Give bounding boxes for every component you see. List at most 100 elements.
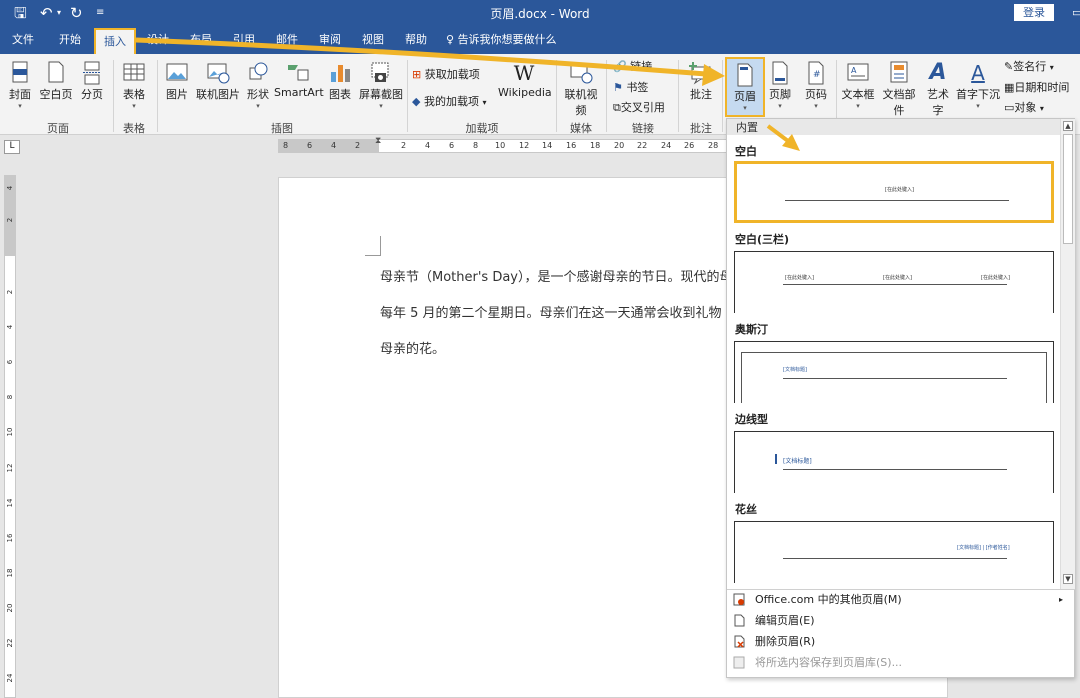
signature-line-button[interactable]: ✎签名行 ▾ xyxy=(1004,58,1054,74)
wikipedia-button[interactable]: W Wikipedia xyxy=(498,60,552,99)
group-tables: 表格 xyxy=(123,122,145,135)
wordart-label: 艺术字 xyxy=(927,88,949,117)
tab-mailings[interactable]: 邮件 xyxy=(270,31,304,53)
wikipedia-label: Wikipedia xyxy=(498,86,552,99)
scrollbar-thumb[interactable] xyxy=(1063,134,1073,244)
online-picture-button[interactable]: 联机图片 xyxy=(194,60,242,102)
menu-item-remove-header[interactable]: 删除页眉(R) xyxy=(727,631,1075,652)
tab-selector[interactable]: L xyxy=(4,140,20,154)
header-template-filigree[interactable]: [文档标题] | [作者姓名] xyxy=(734,521,1054,583)
smartart-button[interactable]: SmartArt xyxy=(274,60,324,99)
wikipedia-icon: W xyxy=(513,61,535,85)
header-template-blank[interactable]: [在此处键入] xyxy=(734,161,1054,223)
table-label: 表格 xyxy=(123,88,145,101)
comment-icon xyxy=(689,62,711,85)
object-label: 对象 xyxy=(1014,101,1037,114)
ruler-tick: 18 xyxy=(6,568,14,578)
tab-design[interactable]: 设计 xyxy=(141,31,175,53)
tab-view[interactable]: 视图 xyxy=(356,31,390,53)
ruler-tick: 10 xyxy=(495,141,506,150)
shapes-button[interactable]: 形状 ▾ xyxy=(244,60,272,110)
ribbon-display-icon[interactable]: ▭ xyxy=(1072,3,1080,23)
header-rule xyxy=(785,200,1009,201)
object-icon: ▭ xyxy=(1004,101,1015,114)
chevron-down-icon: ▾ xyxy=(976,102,980,110)
ruler-tick: 24 xyxy=(661,141,672,150)
tab-home[interactable]: 开始 xyxy=(52,31,88,53)
login-button[interactable]: 登录 xyxy=(1014,4,1054,21)
cover-page-button[interactable]: 封面 ▾ xyxy=(6,60,34,110)
ruler-tick: 6 xyxy=(307,141,313,150)
picture-icon xyxy=(166,63,188,81)
online-video-label: 联机视频 xyxy=(564,88,598,117)
table-button[interactable]: 表格 ▾ xyxy=(120,60,148,110)
blank-page-button[interactable]: 空白页 xyxy=(38,60,74,102)
footer-label: 页脚 xyxy=(769,88,791,101)
chevron-down-icon: ▾ xyxy=(814,102,818,110)
page-break-icon xyxy=(83,61,101,85)
page-break-button[interactable]: 分页 xyxy=(78,60,106,102)
ruler-tick: 14 xyxy=(542,141,553,150)
bookmark-button[interactable]: ⚑ 书签 xyxy=(613,79,648,95)
ruler-tick: 4 xyxy=(331,141,337,150)
vertical-ruler[interactable]: 4 2 2 4 6 8 10 12 14 16 18 20 22 24 xyxy=(4,175,16,698)
svg-text:A: A xyxy=(851,66,857,75)
group-illustrations: 插图 xyxy=(271,122,293,135)
lightbulb-icon: ♀ xyxy=(446,33,455,46)
get-addins-button[interactable]: ⊞ 获取加载项 xyxy=(412,66,480,82)
header-template-sideline[interactable]: [文档标题] xyxy=(734,431,1054,493)
picture-button[interactable]: 图片 xyxy=(162,60,192,102)
cross-reference-button[interactable]: ⧉交叉引用 xyxy=(613,99,665,115)
online-video-button[interactable]: 联机视频 xyxy=(560,60,602,118)
placeholder-text: [在此处键入] xyxy=(885,187,914,193)
chevron-right-icon: ▸ xyxy=(1059,595,1064,604)
textbox-icon: A xyxy=(847,63,869,81)
document-title: 页眉.docx - Word xyxy=(490,7,590,21)
tab-file[interactable]: 文件 xyxy=(6,31,40,53)
object-button[interactable]: ▭对象 ▾ xyxy=(1004,99,1044,115)
tab-help[interactable]: 帮助 xyxy=(399,31,433,53)
drop-cap-button[interactable]: A 首字下沉 ▾ xyxy=(956,60,1000,110)
menu-item-edit-header[interactable]: 编辑页眉(E) xyxy=(727,610,1075,631)
screenshot-button[interactable]: 屏幕截图 ▾ xyxy=(358,60,404,110)
tab-insert[interactable]: 插入 xyxy=(94,28,136,54)
footer-button[interactable]: 页脚 ▾ xyxy=(766,60,794,110)
group-comments: 批注 xyxy=(690,122,712,135)
chart-label: 图表 xyxy=(329,88,351,101)
ruler-tick: 12 xyxy=(519,141,530,150)
header-template-austin[interactable]: [文档标题] xyxy=(734,341,1054,403)
blank-page-label: 空白页 xyxy=(39,88,73,101)
menu-item-more-headers-office[interactable]: Office.com 中的其他页眉(M) ▸ xyxy=(727,589,1075,610)
horizontal-ruler[interactable]: 8 6 4 2 2 4 6 8 10 12 14 16 18 20 22 24 … xyxy=(278,136,728,153)
get-addins-label: 获取加载项 xyxy=(424,68,480,81)
chart-button[interactable]: 图表 xyxy=(326,60,354,102)
date-time-button[interactable]: ▦日期和时间 xyxy=(1004,79,1069,95)
header-template-blank-three-column[interactable]: [在此处键入] [在此处键入] [在此处键入] xyxy=(734,251,1054,313)
page-number-button[interactable]: # 页码 ▾ xyxy=(802,60,830,110)
drop-cap-icon: A xyxy=(971,61,985,85)
my-addins-button[interactable]: ◆ 我的加载项 ▾ xyxy=(412,93,486,109)
divider xyxy=(556,60,557,132)
gallery-scrollbar[interactable]: ▲ ▼ xyxy=(1060,119,1075,589)
comment-button[interactable]: 批注 xyxy=(684,60,718,102)
tab-references[interactable]: 引用 xyxy=(227,31,261,53)
quick-parts-button[interactable]: 文档部件▾ xyxy=(878,60,920,126)
divider xyxy=(722,60,723,132)
divider xyxy=(678,60,679,132)
tell-me-box[interactable]: ♀ 告诉我你想要做什么 xyxy=(446,31,576,53)
header-rule xyxy=(783,284,1007,285)
tab-review[interactable]: 审阅 xyxy=(313,31,347,53)
scroll-down-icon[interactable]: ▼ xyxy=(1063,574,1073,584)
screenshot-label: 屏幕截图 xyxy=(359,88,403,101)
scroll-up-icon[interactable]: ▲ xyxy=(1063,121,1073,131)
textbox-button[interactable]: A 文本框 ▾ xyxy=(840,60,876,110)
textbox-label: 文本框 xyxy=(841,88,875,101)
header-button[interactable]: 页眉 ▾ xyxy=(725,57,765,117)
wordart-button[interactable]: A 艺术字▾ xyxy=(922,60,954,126)
indent-marker-icon[interactable]: ⧗ xyxy=(375,136,381,146)
tab-layout[interactable]: 布局 xyxy=(184,31,218,53)
header-label: 页眉 xyxy=(734,90,756,103)
side-bar xyxy=(775,454,777,464)
shapes-label: 形状 xyxy=(247,88,269,101)
link-button[interactable]: 🔗 链接 xyxy=(613,58,652,74)
